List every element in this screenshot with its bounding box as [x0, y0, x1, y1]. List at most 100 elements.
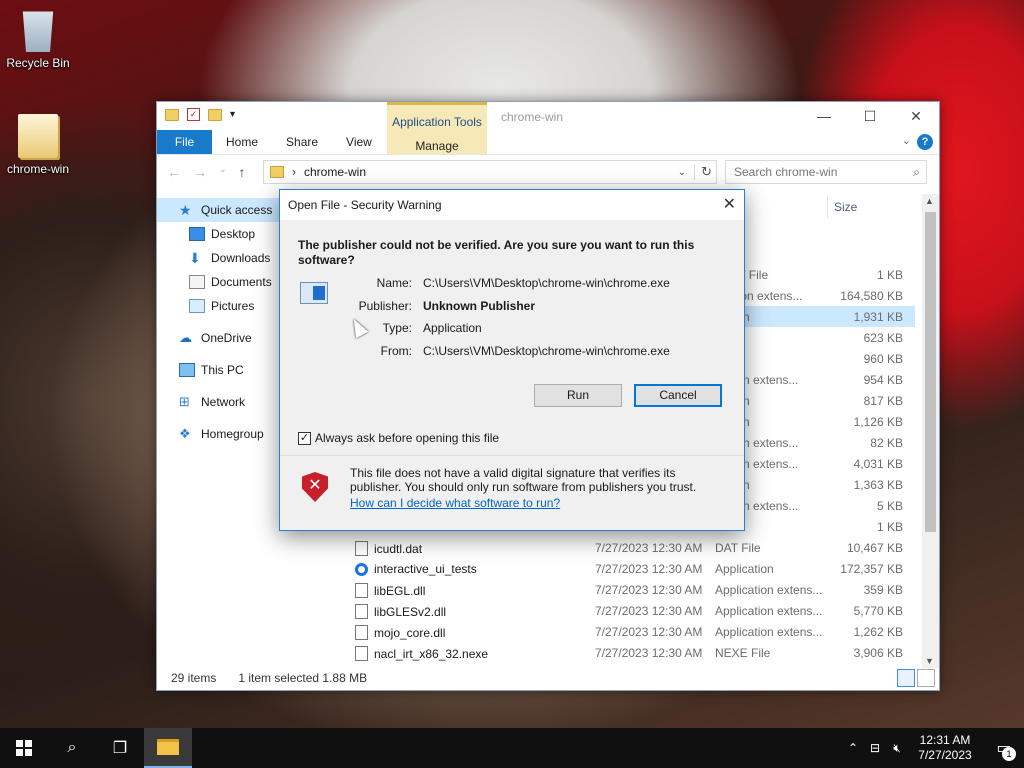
time-text: 12:31 AM	[919, 733, 971, 747]
forward-arrow-icon[interactable]: →	[193, 164, 207, 180]
table-row[interactable]: mojo_core.dll 7/27/2023 12:30 AM Applicati…	[335, 621, 915, 642]
file-date: 7/27/2023 12:30 AM	[595, 625, 703, 639]
task-view-button[interactable]: ❐	[96, 728, 144, 768]
search-icon: ⌕	[913, 165, 920, 179]
address-bar[interactable]: › chrome-win ⌄ ↻	[263, 160, 717, 184]
file-size: 5 KB	[876, 499, 903, 513]
network-icon: ⊞	[179, 394, 190, 409]
close-icon[interactable]: ✕	[723, 194, 736, 214]
file-name: nacl_irt_x86_32.nexe	[355, 646, 488, 661]
search-input[interactable]: Search chrome-win ⌕	[725, 160, 927, 184]
view-buttons	[897, 669, 935, 687]
file-date: 7/27/2023 12:30 AM	[595, 541, 703, 555]
desktop-icon-recycle-bin[interactable]: Recycle Bin	[0, 8, 76, 70]
refresh-icon[interactable]: ↻	[694, 164, 712, 180]
file-date: 7/27/2023 12:30 AM	[595, 562, 703, 576]
network-icon[interactable]: ⊟	[864, 741, 886, 755]
tab-file[interactable]: File	[157, 130, 212, 154]
file-type: DAT File	[715, 541, 761, 555]
folder-icon	[157, 739, 179, 755]
file-size: 4,031 KB	[853, 457, 903, 471]
sidebar-item-label: Network	[201, 395, 246, 409]
context-tab-group-label: Application Tools	[392, 115, 482, 129]
customize-toolbar-icon[interactable]: ▾	[230, 109, 235, 120]
window-controls: — ☐ ✕	[801, 102, 939, 130]
table-row[interactable]: libGLESv2.dll 7/27/2023 12:30 AM Applicati…	[335, 600, 915, 621]
recent-locations-icon[interactable]: ⌄	[219, 164, 227, 180]
file-date: 7/27/2023 12:30 AM	[595, 604, 703, 618]
name-value: C:\Users\VM\Desktop\chrome-win\chrome.ex…	[423, 276, 670, 290]
table-row[interactable]: nacl_irt_x86_32.nexe 7/27/2023 12:30 AM NE…	[335, 642, 915, 663]
from-label: From:	[380, 344, 412, 358]
details-view-icon[interactable]	[897, 669, 915, 687]
dialog-footer: ✕ This file does not have a valid digita…	[280, 455, 744, 530]
file-icon	[355, 646, 368, 661]
new-folder-icon[interactable]	[208, 108, 222, 121]
table-row[interactable]: interactive_ui_tests 7/27/2023 12:30 AM Ap…	[335, 558, 915, 579]
sidebar-item-label: This PC	[201, 363, 244, 377]
start-button[interactable]	[0, 728, 48, 768]
sidebar-item-label: Quick access	[201, 203, 273, 217]
file-type: NEXE File	[715, 646, 771, 660]
table-row[interactable]: icudtl.dat 7/27/2023 12:30 AM DAT File 10,4…	[335, 537, 915, 558]
always-ask-checkbox[interactable]: ✓ Always ask before opening this file	[298, 431, 499, 445]
item-count: 29 items	[171, 671, 217, 685]
file-size: 10,467 KB	[846, 541, 903, 555]
action-center-button[interactable]: ▭ 1	[984, 728, 1024, 768]
file-name-text: icudtl.dat	[374, 541, 423, 556]
up-arrow-icon[interactable]: ↑	[239, 164, 246, 180]
desktop-icon-chrome-win[interactable]: chrome-win	[0, 114, 76, 176]
column-header-size[interactable]: Size	[827, 196, 907, 218]
file-name: interactive_ui_tests	[355, 562, 477, 576]
maximize-button[interactable]: ☐	[847, 102, 893, 130]
table-row[interactable]: libEGL.dll 7/27/2023 12:30 AM Application …	[335, 579, 915, 600]
nav-arrows: ← → ⌄ ↑	[167, 164, 246, 180]
file-icon	[355, 541, 368, 556]
vertical-scrollbar[interactable]: ▲ ▼	[922, 194, 939, 668]
cancel-button[interactable]: Cancel	[634, 384, 722, 407]
file-name-text: nacl_irt_x86_32.nexe	[374, 646, 489, 661]
file-name: mojo_core.dll	[355, 625, 445, 640]
tab-home[interactable]: Home	[212, 130, 272, 154]
tab-share[interactable]: Share	[272, 130, 332, 154]
address-dropdown-icon[interactable]: ⌄	[678, 167, 686, 178]
run-button[interactable]: Run	[534, 384, 622, 407]
checkbox-icon[interactable]: ✓	[298, 431, 311, 445]
dll-icon	[355, 604, 368, 619]
cloud-icon: ☁	[179, 330, 192, 345]
warning-text: This file does not have a valid digital …	[350, 466, 697, 494]
security-warning-dialog: Open File - Security Warning ✕ The publi…	[279, 189, 745, 531]
expand-ribbon-icon[interactable]: ⌄	[902, 134, 911, 147]
dialog-title-bar: Open File - Security Warning ✕	[280, 190, 744, 220]
taskbar-file-explorer[interactable]	[144, 728, 192, 768]
show-hidden-icons-icon[interactable]: ⌃	[842, 741, 864, 755]
properties-icon[interactable]: ✓	[187, 108, 200, 121]
scroll-up-icon[interactable]: ▲	[925, 196, 934, 206]
quick-access-toolbar: ✓ ▾	[165, 108, 235, 121]
file-name: libEGL.dll	[355, 583, 425, 598]
minimize-button[interactable]: —	[801, 102, 847, 130]
ribbon-tabs: File Home Share View ⌄ ?	[157, 130, 939, 154]
dll-icon	[355, 625, 368, 640]
scrollbar-thumb[interactable]	[925, 212, 936, 532]
computer-icon	[179, 363, 195, 377]
security-shield-icon: ✕	[302, 472, 328, 502]
title-bar: ✓ ▾ Application Tools Manage chrome-win …	[157, 102, 939, 154]
file-type: Application extens...	[715, 604, 823, 618]
back-arrow-icon[interactable]: ←	[167, 164, 181, 180]
scroll-down-icon[interactable]: ▼	[925, 656, 934, 666]
close-button[interactable]: ✕	[893, 102, 939, 130]
help-icon[interactable]: ?	[917, 134, 933, 150]
large-icons-view-icon[interactable]	[917, 669, 935, 687]
sidebar-item-label: OneDrive	[201, 331, 252, 345]
help-link[interactable]: How can I decide what software to run?	[350, 496, 560, 510]
documents-icon	[189, 275, 205, 289]
pictures-icon	[189, 299, 205, 313]
volume-muted-icon[interactable]: 🔇︎	[886, 741, 908, 756]
tab-view[interactable]: View	[332, 130, 386, 154]
breadcrumb[interactable]: chrome-win	[304, 165, 366, 179]
star-icon: ★	[179, 202, 192, 218]
sidebar-item-label: Documents	[211, 275, 272, 289]
search-button[interactable]: ⌕	[48, 728, 96, 768]
clock[interactable]: 12:31 AM 7/27/2023	[914, 733, 976, 763]
